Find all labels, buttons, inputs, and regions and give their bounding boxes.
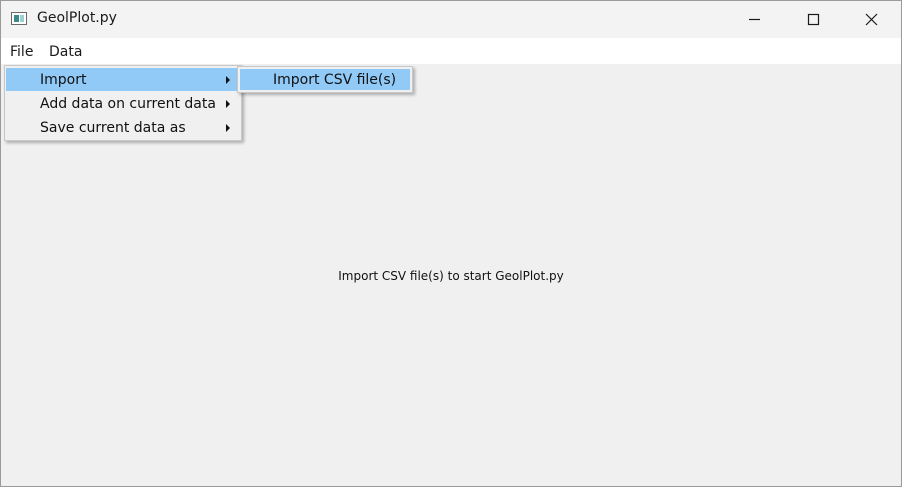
app-icon bbox=[11, 12, 27, 25]
maximize-button[interactable] bbox=[783, 1, 841, 38]
menu-item-save-data[interactable]: Save current data as bbox=[6, 116, 240, 139]
menu-item-add-data[interactable]: Add data on current data bbox=[6, 92, 240, 115]
menu-item-import-csv[interactable]: Import CSV file(s) bbox=[240, 69, 410, 90]
menu-item-label: Import bbox=[40, 72, 87, 88]
close-icon bbox=[865, 13, 878, 26]
minimize-icon bbox=[749, 18, 760, 21]
submenu-arrow-icon bbox=[226, 100, 230, 108]
minimize-button[interactable] bbox=[725, 1, 783, 38]
import-submenu: Import CSV file(s) bbox=[237, 66, 413, 93]
menu-item-label: Add data on current data bbox=[40, 96, 216, 112]
menu-file[interactable]: File bbox=[10, 44, 33, 60]
menu-item-label: Import CSV file(s) bbox=[273, 72, 397, 88]
close-button[interactable] bbox=[841, 1, 899, 38]
menu-data[interactable]: Data bbox=[49, 44, 82, 60]
title-bar[interactable]: GeolPlot.py bbox=[1, 1, 901, 38]
submenu-arrow-icon bbox=[226, 76, 230, 84]
window-title: GeolPlot.py bbox=[37, 10, 117, 26]
start-message: Import CSV file(s) to start GeolPlot.py bbox=[338, 269, 564, 283]
submenu-arrow-icon bbox=[226, 124, 230, 132]
menu-item-import[interactable]: Import bbox=[6, 68, 240, 91]
maximize-icon bbox=[807, 13, 820, 26]
app-window: GeolPlot.py File Data Import CSV file(s)… bbox=[0, 0, 902, 487]
menu-bar: File Data bbox=[1, 38, 901, 64]
menu-item-label: Save current data as bbox=[40, 120, 186, 136]
file-dropdown-menu: Import Add data on current data Save cur… bbox=[4, 65, 242, 141]
